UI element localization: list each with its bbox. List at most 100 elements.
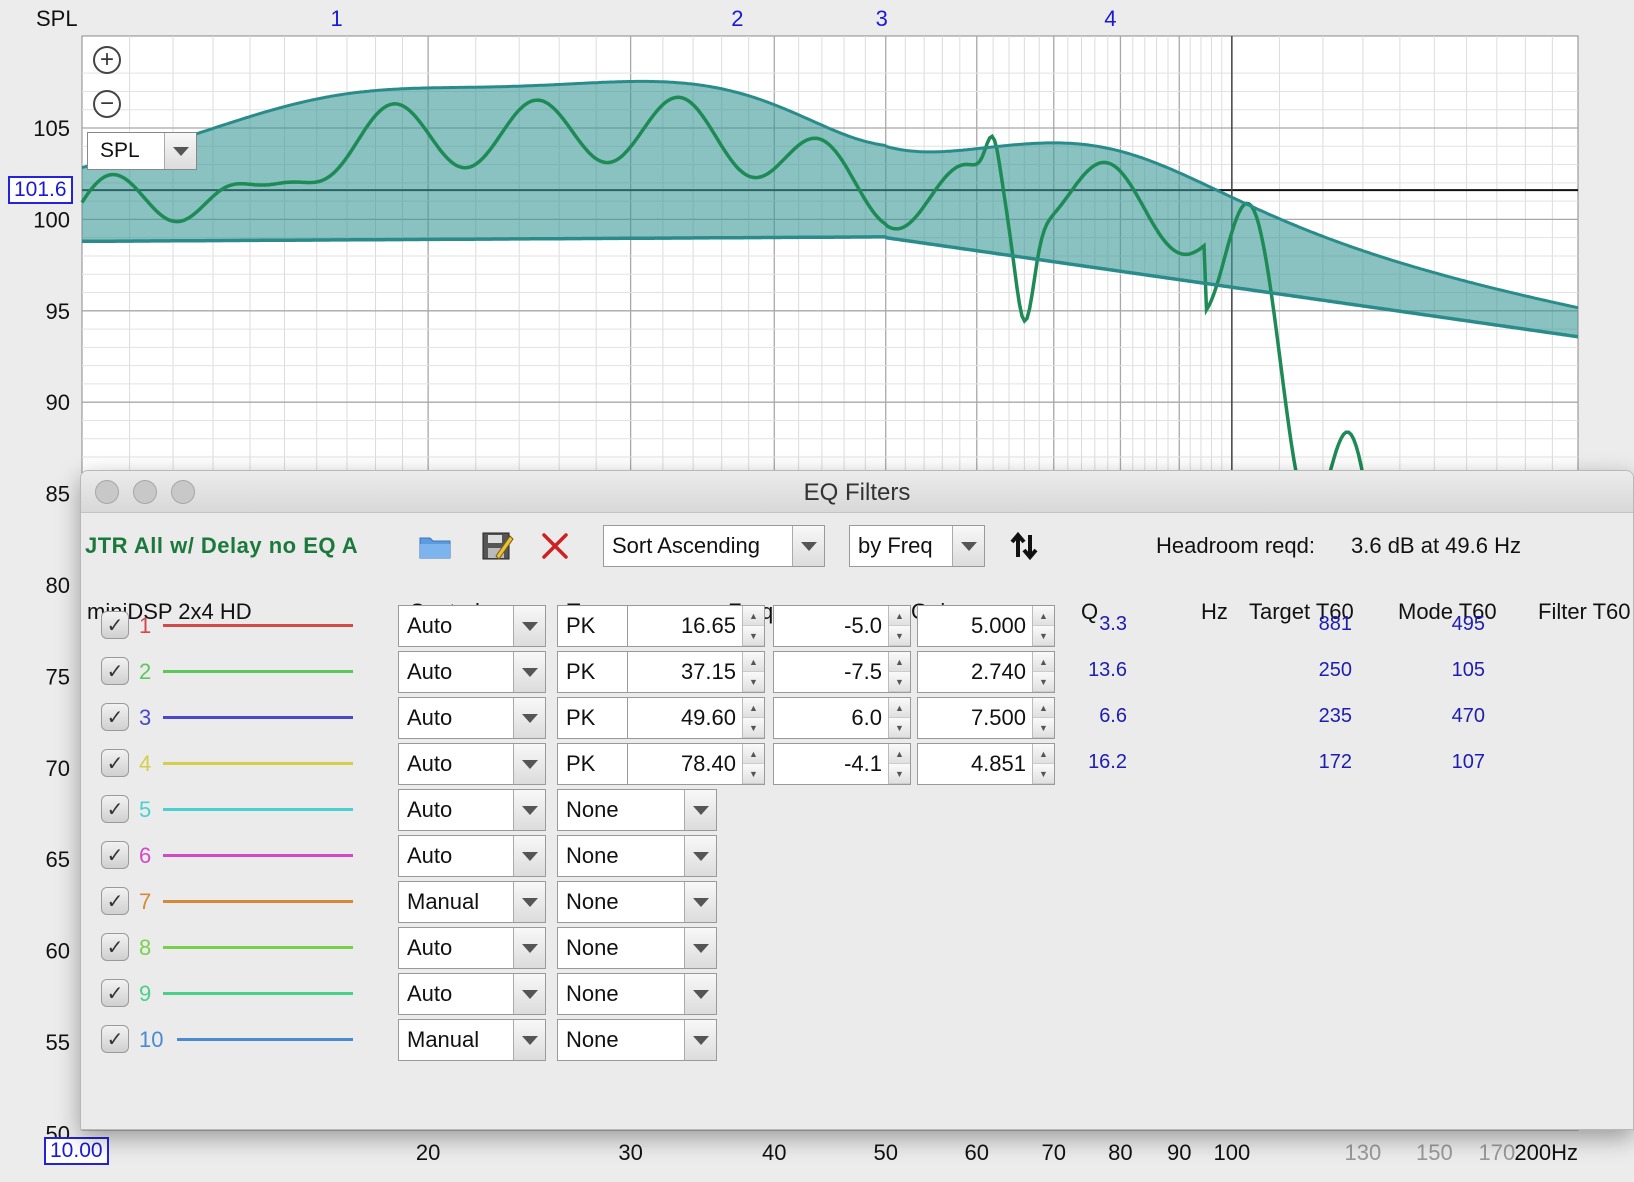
zoom-out-icon[interactable]: − xyxy=(93,90,121,118)
spin-down-icon[interactable]: ▼ xyxy=(889,626,910,646)
filter-control-select[interactable]: Auto xyxy=(398,651,546,693)
y-tick-label: 80 xyxy=(46,573,70,598)
filter-control-select[interactable]: Auto xyxy=(398,697,546,739)
filter-type-select[interactable]: None xyxy=(557,881,717,923)
spin-down-icon[interactable]: ▼ xyxy=(1033,626,1054,646)
filter-enabled-checkbox[interactable]: ✓ xyxy=(101,657,129,685)
filter-control-select[interactable]: Manual xyxy=(398,1019,546,1061)
spin-up-icon[interactable]: ▲ xyxy=(743,698,764,718)
y-tick-label: 55 xyxy=(46,1030,70,1055)
sort-by-select[interactable]: by Freq xyxy=(849,525,985,567)
filter-control-select[interactable]: Auto xyxy=(398,789,546,831)
chevron-down-icon xyxy=(513,698,545,738)
q-spinner[interactable]: 2.740 ▲ ▼ xyxy=(917,651,1055,693)
filter-enabled-checkbox[interactable]: ✓ xyxy=(101,1025,129,1053)
spin-down-icon[interactable]: ▼ xyxy=(743,672,764,692)
x-start-badge[interactable]: 10.00 xyxy=(44,1137,109,1165)
filter-enabled-checkbox[interactable]: ✓ xyxy=(101,887,129,915)
sort-direction-icon[interactable] xyxy=(1006,529,1042,563)
spin-down-icon[interactable]: ▼ xyxy=(889,718,910,738)
zoom-in-icon[interactable]: + xyxy=(93,46,121,74)
filter-row: ✓ 3 Auto PK 49.60 ▲ ▼ 6.0 ▲ ▼ 7.500 ▲ ▼ 6.6 … xyxy=(81,697,1633,743)
filter-type-select[interactable]: None xyxy=(557,835,717,877)
graph-type-select[interactable]: SPL xyxy=(87,132,197,170)
filter-enabled-checkbox[interactable]: ✓ xyxy=(101,703,129,731)
spin-down-icon[interactable]: ▼ xyxy=(1033,764,1054,784)
q-spinner[interactable]: 7.500 ▲ ▼ xyxy=(917,697,1055,739)
filter-filter-t60: 495 xyxy=(1451,613,1485,635)
filter-type-select[interactable]: None xyxy=(557,927,717,969)
spin-down-icon[interactable]: ▼ xyxy=(743,764,764,784)
filter-color-line xyxy=(163,992,353,995)
frequency-spinner[interactable]: 78.40 ▲ ▼ xyxy=(627,743,765,785)
filter-control-select[interactable]: Auto xyxy=(398,605,546,647)
filter-enabled-checkbox[interactable]: ✓ xyxy=(101,933,129,961)
y-tick-label: 85 xyxy=(46,482,70,507)
gain-spinner[interactable]: -7.5 ▲ ▼ xyxy=(773,651,911,693)
folder-open-icon[interactable] xyxy=(417,529,453,563)
x-tick-label: 40 xyxy=(762,1140,786,1165)
filter-enabled-checkbox[interactable]: ✓ xyxy=(101,749,129,777)
spin-down-icon[interactable]: ▼ xyxy=(743,718,764,738)
filter-marker[interactable]: 1 xyxy=(330,6,342,31)
spin-down-icon[interactable]: ▼ xyxy=(1033,718,1054,738)
gain-spinner[interactable]: 6.0 ▲ ▼ xyxy=(773,697,911,739)
delete-icon[interactable] xyxy=(537,529,573,563)
sort-order-select[interactable]: Sort Ascending xyxy=(603,525,825,567)
filter-enabled-checkbox[interactable]: ✓ xyxy=(101,841,129,869)
filter-control-select[interactable]: Auto xyxy=(398,927,546,969)
filter-enabled-checkbox[interactable]: ✓ xyxy=(101,611,129,639)
x-tick-label: 100 xyxy=(1213,1140,1250,1165)
spin-down-icon[interactable]: ▼ xyxy=(743,626,764,646)
frequency-spinner[interactable]: 37.15 ▲ ▼ xyxy=(627,651,765,693)
filter-filter-t60: 105 xyxy=(1451,659,1485,681)
filter-control-select[interactable]: Auto xyxy=(398,743,546,785)
filter-row: ✓ 2 Auto PK 37.15 ▲ ▼ -7.5 ▲ ▼ 2.740 ▲ ▼ 13.… xyxy=(81,651,1633,697)
spin-up-icon[interactable]: ▲ xyxy=(889,652,910,672)
spin-up-icon[interactable]: ▲ xyxy=(889,698,910,718)
spin-up-icon[interactable]: ▲ xyxy=(1033,698,1054,718)
q-spinner[interactable]: 4.851 ▲ ▼ xyxy=(917,743,1055,785)
filter-enabled-checkbox[interactable]: ✓ xyxy=(101,795,129,823)
filter-control-select[interactable]: Auto xyxy=(398,973,546,1015)
filter-type-select-value: None xyxy=(566,1027,619,1052)
gain-spinner-value: -5.0 xyxy=(844,613,882,638)
filter-enabled-checkbox[interactable]: ✓ xyxy=(101,979,129,1007)
gain-spinner[interactable]: -5.0 ▲ ▼ xyxy=(773,605,911,647)
save-icon[interactable] xyxy=(479,529,515,563)
chevron-down-icon xyxy=(792,526,824,566)
x-tick-label: 70 xyxy=(1042,1140,1066,1165)
filter-control-select[interactable]: Auto xyxy=(398,835,546,877)
filter-number: 7 xyxy=(139,889,152,914)
filter-number: 4 xyxy=(139,751,152,776)
spin-up-icon[interactable]: ▲ xyxy=(743,744,764,764)
spin-up-icon[interactable]: ▲ xyxy=(1033,744,1054,764)
filter-control-select-value: Auto xyxy=(407,751,453,776)
x-tick-label: 50 xyxy=(873,1140,897,1165)
spin-down-icon[interactable]: ▼ xyxy=(889,764,910,784)
spin-up-icon[interactable]: ▲ xyxy=(743,652,764,672)
filter-control-select-value: Auto xyxy=(407,705,453,730)
filter-type-select[interactable]: None xyxy=(557,789,717,831)
frequency-spinner[interactable]: 49.60 ▲ ▼ xyxy=(627,697,765,739)
spin-up-icon[interactable]: ▲ xyxy=(1033,652,1054,672)
q-spinner[interactable]: 5.000 ▲ ▼ xyxy=(917,605,1055,647)
filter-marker[interactable]: 3 xyxy=(876,6,888,31)
spin-up-icon[interactable]: ▲ xyxy=(889,606,910,626)
filter-type-select[interactable]: None xyxy=(557,1019,717,1061)
filter-marker[interactable]: 4 xyxy=(1104,6,1116,31)
filter-type-select[interactable]: None xyxy=(557,973,717,1015)
spin-down-icon[interactable]: ▼ xyxy=(889,672,910,692)
spin-down-icon[interactable]: ▼ xyxy=(1033,672,1054,692)
filter-row: ✓ 10 Manual None xyxy=(81,1019,1633,1065)
gain-spinner[interactable]: -4.1 ▲ ▼ xyxy=(773,743,911,785)
spin-up-icon[interactable]: ▲ xyxy=(1033,606,1054,626)
frequency-spinner[interactable]: 16.65 ▲ ▼ xyxy=(627,605,765,647)
spin-up-icon[interactable]: ▲ xyxy=(889,744,910,764)
filter-marker[interactable]: 2 xyxy=(731,6,743,31)
filter-color-line xyxy=(163,854,353,857)
dialog-titlebar[interactable]: EQ Filters xyxy=(81,471,1633,513)
headroom-label: Headroom reqd: xyxy=(1156,533,1315,558)
filter-control-select[interactable]: Manual xyxy=(398,881,546,923)
spin-up-icon[interactable]: ▲ xyxy=(743,606,764,626)
